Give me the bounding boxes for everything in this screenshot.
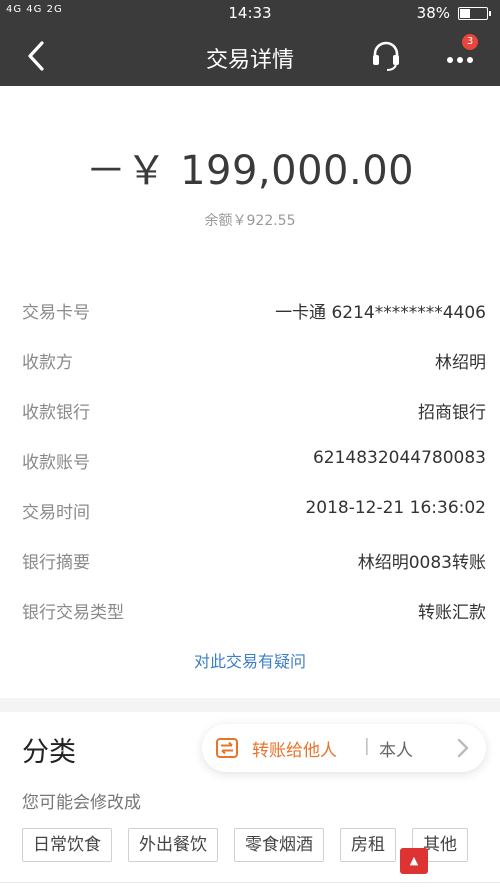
detail-value: 林绍明0083转账 xyxy=(357,553,486,573)
category-tag[interactable]: 日常饮食 xyxy=(22,828,112,862)
detail-label: 交易卡号 xyxy=(22,303,90,323)
detail-row-card: 交易卡号 一卡通 6214********4406 xyxy=(22,294,486,324)
battery-icon xyxy=(458,7,491,20)
notification-badge: 3 xyxy=(462,34,478,50)
dispute-link[interactable]: 对此交易有疑问 xyxy=(0,648,500,672)
detail-row-type: 银行交易类型 转账汇款 xyxy=(22,594,486,624)
detail-row-summary: 银行摘要 林绍明0083转账 xyxy=(22,544,486,574)
category-section: 分类 转账给他人 | 本人 您可能会修改成 日常饮食 外出餐饮 零食烟酒 房租 其他 ▲ xyxy=(0,712,500,890)
option-divider: | xyxy=(364,736,370,756)
category-title: 分类 xyxy=(22,737,76,768)
battery-percent: 38% xyxy=(416,4,450,22)
detail-row-account: 收款账号 6214832044780083 xyxy=(22,444,486,474)
detail-label: 银行摘要 xyxy=(22,553,90,573)
watermark-logo: ▲ xyxy=(400,848,428,874)
detail-label: 收款账号 xyxy=(22,453,90,473)
detail-label: 收款银行 xyxy=(22,403,90,423)
detail-value: 6214832044780083 xyxy=(312,448,486,468)
divider-line xyxy=(0,882,500,883)
detail-value: 招商银行 xyxy=(418,403,486,423)
transfer-to-others-option[interactable]: 转账给他人 xyxy=(252,736,337,761)
transaction-amount: －￥ 199,000.00 xyxy=(85,148,415,194)
self-option[interactable]: 本人 xyxy=(379,736,413,761)
detail-label: 交易时间 xyxy=(22,503,90,523)
transfer-category-pill[interactable]: 转账给他人 | 本人 xyxy=(202,724,486,772)
category-tag[interactable]: 房租 xyxy=(340,828,396,862)
category-subtitle: 您可能会修改成 xyxy=(22,793,141,813)
detail-value: 转账汇款 xyxy=(418,603,486,623)
status-bar: 4G 4G 2G 14:33 38% xyxy=(0,0,500,26)
headset-icon[interactable] xyxy=(368,38,404,74)
detail-label: 银行交易类型 xyxy=(22,603,124,623)
category-tag[interactable]: 外出餐饮 xyxy=(128,828,218,862)
chevron-right-icon[interactable] xyxy=(454,736,472,760)
detail-label: 收款方 xyxy=(22,353,73,373)
transaction-card: －￥ 199,000.00 余额￥922.55 交易卡号 一卡通 6214***… xyxy=(0,86,500,698)
detail-row-time: 交易时间 2018-12-21 16:36:02 xyxy=(22,494,486,524)
page-title: 交易详情 xyxy=(205,48,294,73)
category-tags: 日常饮食 外出餐饮 零食烟酒 房租 其他 xyxy=(22,828,500,864)
account-balance: 余额￥922.55 xyxy=(204,213,296,229)
category-tag[interactable]: 零食烟酒 xyxy=(234,828,324,862)
detail-row-payee: 收款方 林绍明 xyxy=(22,344,486,374)
nav-bar: 交易详情 3 xyxy=(0,26,500,86)
detail-row-bank: 收款银行 招商银行 xyxy=(22,394,486,424)
transfer-icon xyxy=(216,738,238,758)
detail-value: 2018-12-21 16:36:02 xyxy=(305,498,486,518)
battery-fill xyxy=(460,9,470,18)
detail-value: 林绍明 xyxy=(435,353,486,373)
detail-value: 一卡通 6214********4406 xyxy=(275,303,486,323)
